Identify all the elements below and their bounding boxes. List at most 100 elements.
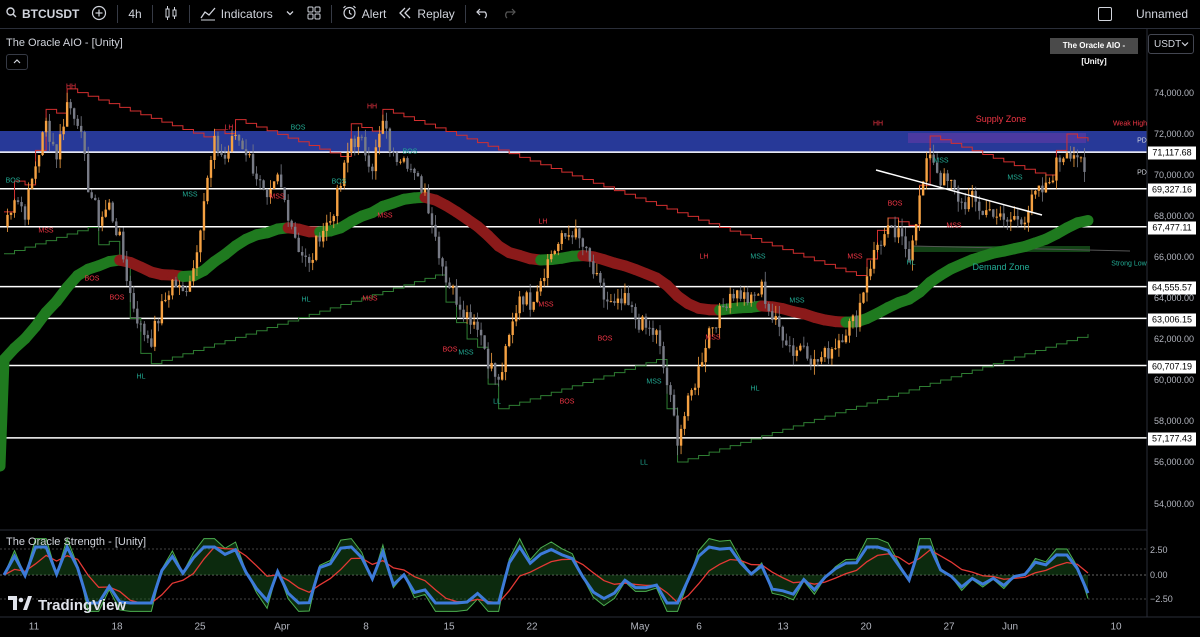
osc-fill xyxy=(0,538,1088,612)
candle-body xyxy=(662,346,665,368)
candle-body xyxy=(265,188,269,198)
candle-body xyxy=(732,293,735,299)
bos-label: BOS xyxy=(109,294,125,302)
candle-body xyxy=(739,290,742,299)
candle-body xyxy=(1020,219,1023,225)
candle-body xyxy=(1009,219,1013,222)
candle-body xyxy=(23,206,27,220)
candle-body xyxy=(834,348,837,350)
candle-body xyxy=(1016,216,1020,220)
candle-body xyxy=(595,272,599,275)
candle-body xyxy=(497,376,500,380)
candle-body xyxy=(711,327,714,329)
candle-body xyxy=(1048,182,1051,184)
candle-body xyxy=(813,359,816,365)
demand-zone-label: Demand Zone xyxy=(972,262,1030,272)
candle-body xyxy=(97,200,100,226)
candle-body xyxy=(630,305,634,307)
candle-body xyxy=(567,235,571,237)
mss-label: MSS xyxy=(269,193,285,201)
candle-body xyxy=(427,189,430,214)
candle-body xyxy=(714,327,718,329)
candle-body xyxy=(721,305,725,307)
candle-body xyxy=(223,154,227,159)
candle-body xyxy=(1069,153,1072,159)
candle-body xyxy=(251,154,255,174)
candle-body xyxy=(395,152,399,162)
time-axis-label: 8 xyxy=(363,621,369,633)
candle-body xyxy=(290,220,293,227)
candle-body xyxy=(136,308,139,324)
time-axis-label: 18 xyxy=(111,621,123,633)
candle-body xyxy=(939,172,942,186)
candle-body xyxy=(606,299,609,302)
candle-body xyxy=(230,135,234,152)
candle-body xyxy=(557,243,560,252)
candle-body xyxy=(360,136,364,138)
candle-body xyxy=(616,298,620,303)
candle-body xyxy=(188,281,192,292)
candle-body xyxy=(872,249,876,269)
candle-body xyxy=(209,159,213,178)
candle-body xyxy=(704,347,707,363)
candle-body xyxy=(651,327,655,335)
candle-body xyxy=(743,292,746,299)
candle-body xyxy=(799,345,802,351)
candle-body xyxy=(1055,157,1058,181)
candle-body xyxy=(409,168,413,170)
candle-body xyxy=(858,302,862,328)
candle-body xyxy=(430,213,434,225)
candle-body xyxy=(90,192,93,198)
candle-body xyxy=(174,279,178,288)
candle-body xyxy=(679,428,683,446)
candle-body xyxy=(1058,157,1062,163)
candle-body xyxy=(728,293,732,308)
tradingview-logo[interactable]: TradingView xyxy=(8,596,126,614)
candle-body xyxy=(104,209,107,217)
time-axis-label: 15 xyxy=(443,621,455,633)
candle-body xyxy=(311,259,314,263)
mss-label: MSS xyxy=(362,295,378,303)
candle-body xyxy=(336,187,339,217)
candle-body xyxy=(553,251,556,255)
candle-body xyxy=(514,313,518,322)
candle-body xyxy=(795,350,799,356)
candle-body xyxy=(753,294,756,296)
price-axis-label: 72,000.00 xyxy=(1154,129,1195,139)
weak-high-label: Weak High xyxy=(1112,120,1148,128)
candle-body xyxy=(539,281,542,292)
candle-body xyxy=(543,277,546,282)
price-chart[interactable] xyxy=(0,0,1200,637)
candle-body xyxy=(778,316,781,327)
candle-body xyxy=(718,305,721,329)
candle-body xyxy=(536,291,539,302)
candle-body xyxy=(1006,219,1009,222)
candle-body xyxy=(493,362,497,377)
hl-label: HL xyxy=(301,296,311,304)
candle-body xyxy=(735,290,739,299)
candle-body xyxy=(851,315,855,322)
candle-body xyxy=(1076,155,1079,158)
candle-body xyxy=(185,291,188,293)
candle-body xyxy=(406,158,409,169)
osc-pane-title[interactable]: The Oracle Strength - [Unity] xyxy=(6,536,146,548)
candle-body xyxy=(1041,185,1044,193)
time-axis-label: 22 xyxy=(526,621,538,633)
time-axis-label: May xyxy=(630,621,650,633)
candle-body xyxy=(241,140,244,150)
candle-body xyxy=(34,166,37,179)
mss-label: MSS xyxy=(933,157,949,165)
time-axis-label: 10 xyxy=(1110,621,1122,633)
candle-body xyxy=(525,292,528,305)
candle-body xyxy=(1072,155,1076,159)
time-axis-label: Apr xyxy=(274,621,290,633)
candle-body xyxy=(300,252,304,256)
candle-body xyxy=(918,195,921,225)
hl-label: HL xyxy=(750,385,760,393)
candle-body xyxy=(69,102,72,109)
candle-body xyxy=(111,202,114,222)
candle-body xyxy=(609,301,613,303)
candle-body xyxy=(841,340,844,343)
lh-label: LH xyxy=(699,253,709,261)
candle-body xyxy=(72,108,76,119)
